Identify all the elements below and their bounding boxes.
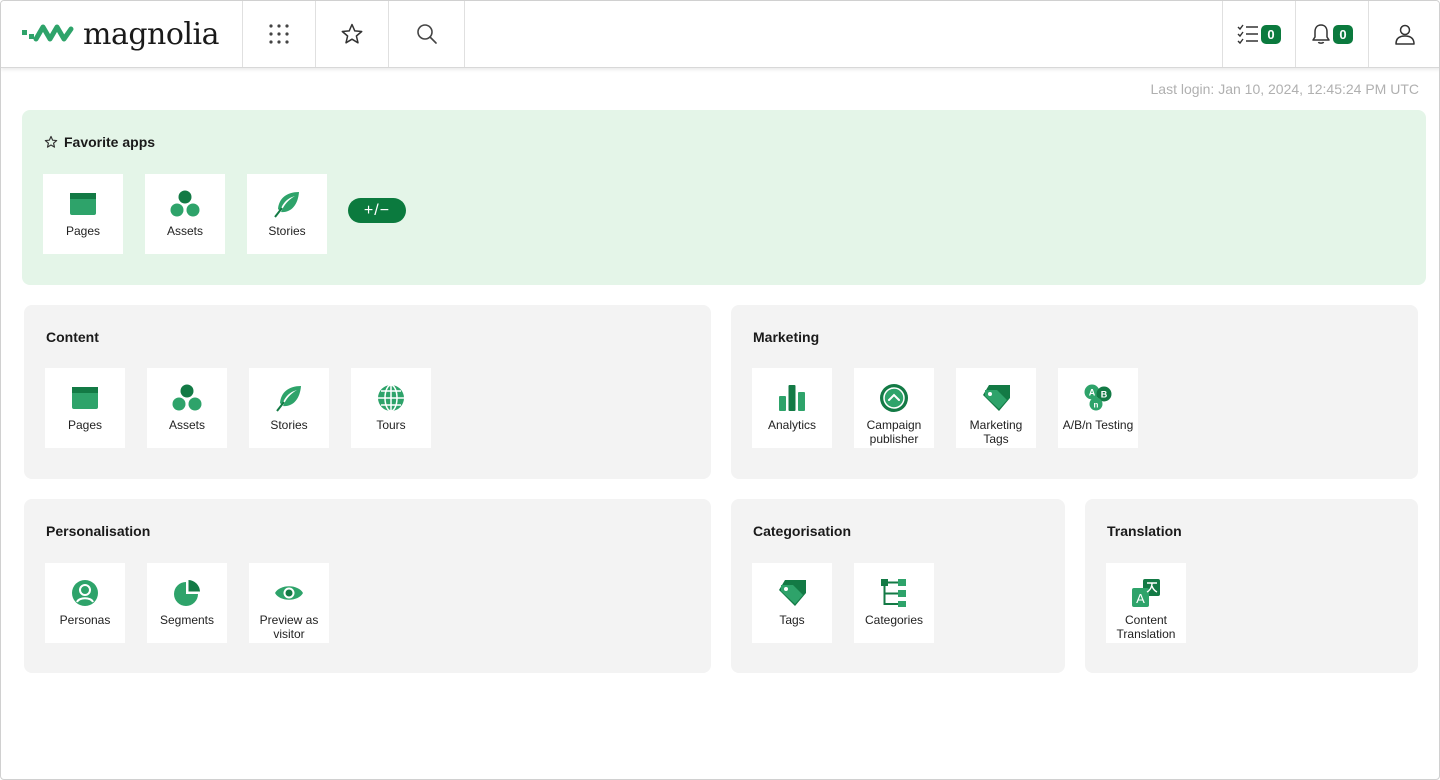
favorites-button[interactable] (316, 1, 389, 67)
magnolia-logo[interactable]: magnolia (1, 1, 243, 67)
persona-icon (71, 575, 99, 611)
content-group: Content Pages Assets Stories Tours (24, 305, 711, 479)
tasks-button[interactable]: 0 (1222, 1, 1295, 67)
tree-icon (880, 575, 908, 611)
app-tile-personas[interactable]: Personas (45, 563, 125, 643)
group-title: Marketing (753, 329, 820, 345)
analytics-icon (778, 380, 806, 416)
app-tile-campaign-publisher[interactable]: Campaign publisher (854, 368, 934, 448)
stories-icon (275, 380, 303, 416)
app-tile-label: Analytics (767, 418, 817, 432)
notifications-count-badge: 0 (1333, 24, 1353, 44)
app-tile-segments[interactable]: Segments (147, 563, 227, 643)
app-tile-label: A/B/n Testing (1062, 418, 1134, 432)
personalisation-group: Personalisation Personas Segments Previe… (24, 499, 711, 673)
app-tile-tours[interactable]: Tours (351, 368, 431, 448)
tag-icon (777, 575, 807, 611)
svg-text:A: A (1136, 591, 1145, 606)
pie-icon (173, 575, 201, 611)
pages-icon (71, 380, 99, 416)
star-icon (341, 23, 363, 44)
header-spacer (465, 1, 1222, 67)
favorite-apps-title: Favorite apps (64, 134, 156, 150)
app-tile-label: Pages (65, 224, 101, 238)
app-tile-tags[interactable]: Tags (752, 563, 832, 643)
abn-icon: A B n (1083, 380, 1113, 416)
app-tile-label: Marketing Tags (969, 418, 1023, 446)
app-tile-pages[interactable]: Pages (43, 174, 123, 254)
bell-icon (1312, 24, 1331, 44)
group-title: Personalisation (46, 523, 151, 539)
app-tile-content-translation[interactable]: A Content Translation (1106, 563, 1186, 643)
app-tile-label: Pages (67, 418, 103, 432)
app-tile-preview-as-visitor[interactable]: Preview as visitor (249, 563, 329, 643)
app-tile-label: Campaign publisher (866, 418, 922, 446)
app-tile-label: Stories (270, 418, 308, 432)
brand-name: magnolia (83, 16, 220, 52)
app-tile-stories[interactable]: Stories (247, 174, 327, 254)
tag-icon (981, 380, 1011, 416)
app-tile-analytics[interactable]: Analytics (752, 368, 832, 448)
pages-icon (69, 186, 97, 222)
user-icon (1395, 24, 1415, 45)
tasks-icon (1237, 24, 1259, 45)
app-tile-marketing-tags[interactable]: Marketing Tags (956, 368, 1036, 448)
stories-icon (273, 186, 301, 222)
top-bar: magnolia 0 0 (1, 1, 1439, 68)
marketing-group: Marketing Analytics Campaign publisher M… (731, 305, 1418, 479)
tasks-count-badge: 0 (1261, 24, 1281, 44)
translate-icon: A (1131, 575, 1161, 611)
search-button[interactable] (389, 1, 465, 67)
app-tile-categories[interactable]: Categories (854, 563, 934, 643)
app-tile-abn-testing[interactable]: A B n A/B/n Testing (1058, 368, 1138, 448)
svg-text:B: B (1101, 390, 1108, 400)
grid-icon (269, 24, 289, 44)
app-tile-label: Categories (864, 613, 924, 627)
assets-icon (170, 186, 200, 222)
svg-text:A: A (1089, 388, 1096, 398)
app-tile-label: Segments (159, 613, 215, 627)
app-tile-label: Assets (168, 418, 205, 432)
app-launcher-button[interactable] (243, 1, 316, 67)
app-tile-assets[interactable]: Assets (145, 174, 225, 254)
categorisation-group: Categorisation Tags Categories (731, 499, 1065, 673)
campaign-icon (879, 380, 909, 416)
app-tile-label: Stories (268, 224, 306, 238)
group-title: Categorisation (753, 523, 852, 539)
app-tile-label: Tags (779, 613, 805, 627)
favorite-apps-panel: Favorite apps Pages Assets Stories +/− (22, 110, 1426, 285)
add-remove-favorites-button[interactable]: +/− (348, 198, 406, 223)
magnolia-logo-mark-icon (22, 24, 74, 42)
eye-icon (274, 575, 304, 611)
favorite-apps-heading: Favorite apps (44, 134, 155, 150)
svg-text:n: n (1094, 401, 1099, 410)
last-login-text: Last login: Jan 10, 2024, 12:45:24 PM UT… (1150, 81, 1420, 97)
translation-group: Translation A Content Translation (1085, 499, 1418, 673)
app-tile-label: Preview as visitor (259, 613, 319, 641)
group-title: Content (46, 329, 99, 345)
app-tile-assets[interactable]: Assets (147, 368, 227, 448)
globe-icon (377, 380, 405, 416)
app-tile-label: Tours (376, 418, 406, 432)
app-tile-label: Personas (59, 613, 111, 627)
group-title: Translation (1107, 523, 1182, 539)
star-icon (44, 135, 58, 148)
app-tile-pages[interactable]: Pages (45, 368, 125, 448)
search-icon (416, 24, 437, 44)
app-window: magnolia 0 0 Last login: Jan 10, 2024, 1… (0, 0, 1440, 780)
app-tile-label: Assets (166, 224, 203, 238)
notifications-button[interactable]: 0 (1295, 1, 1368, 67)
assets-icon (172, 380, 202, 416)
user-menu-button[interactable] (1368, 1, 1439, 67)
app-tile-stories[interactable]: Stories (249, 368, 329, 448)
app-tile-label: Content Translation (1116, 613, 1176, 641)
